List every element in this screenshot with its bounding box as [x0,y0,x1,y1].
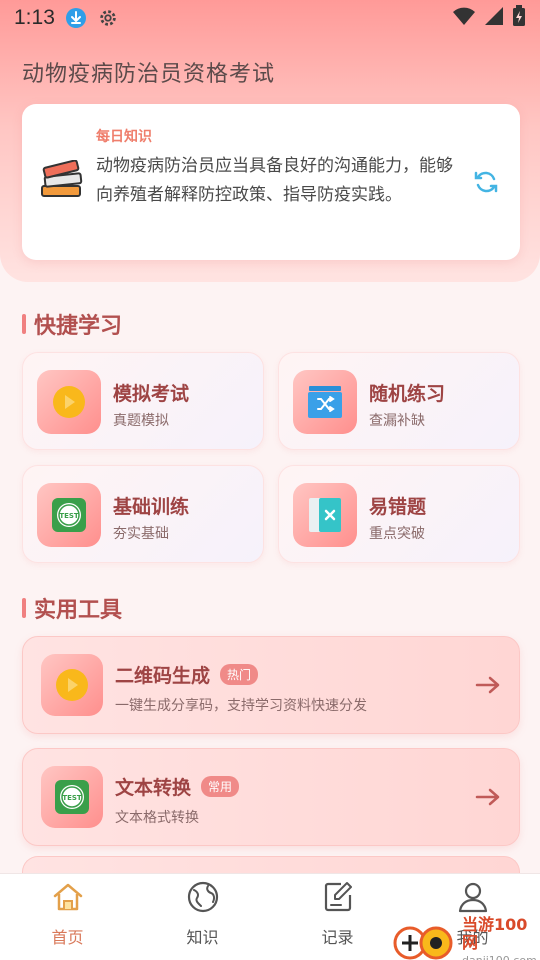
heading-accent-bar [22,314,26,334]
test-icon: TEST [37,483,101,547]
nav-knowledge-label: 知识 [186,928,219,947]
watermark-name: 当游100网 [462,915,528,952]
heading-accent-bar [22,598,26,618]
tool-card-title: 二维码生成 热门 [115,661,259,688]
quick-card-title: 易错题 [369,496,427,518]
tools-heading: 实用工具 [22,592,122,624]
battery-icon [512,5,526,31]
status-time: 1:13 [14,6,55,29]
quick-card-title: 基础训练 [113,496,190,518]
globe-icon [186,880,220,918]
quick-card-basic-training[interactable]: TEST 基础训练 夯实基础 [22,465,264,563]
hot-badge: 热门 [220,664,259,685]
tool-card-qrcode[interactable]: 二维码生成 热门 一键生成分享码，支持学习资料快速分发 [22,636,520,734]
quick-card-mock-exam[interactable]: 模拟考试 真题模拟 [22,352,264,450]
tool-card-subtitle: 文本格式转换 [115,810,199,826]
tool-card-text-convert[interactable]: TEST 文本转换 常用 文本格式转换 [22,748,520,846]
books-icon [40,159,84,204]
play-icon [41,654,103,716]
test-icon: TEST [41,766,103,828]
settings-icon [97,7,119,29]
quick-card-error-prone[interactable]: 易错题 重点突破 [278,465,520,563]
signal-icon [484,6,504,30]
refresh-icon[interactable] [472,168,500,200]
status-bar: 1:13 [0,0,540,36]
quick-card-title: 随机练习 [369,383,446,405]
watermark-logo-icon [392,921,456,960]
tool-card-title: 文本转换 常用 [115,773,240,800]
wifi-icon [452,6,476,30]
nav-knowledge[interactable]: 知识 [135,874,270,960]
tool-card-subtitle: 一键生成分享码，支持学习资料快速分发 [115,698,367,714]
tool-title-text: 二维码生成 [115,665,211,687]
close-card-icon [293,483,357,547]
download-icon [65,7,87,29]
quick-card-title: 模拟考试 [113,383,190,405]
quick-card-subtitle: 查漏补缺 [369,413,425,429]
nav-record[interactable]: 记录 [270,874,405,960]
quick-card-subtitle: 真题模拟 [113,413,169,429]
arrow-right-icon [475,673,501,701]
quick-card-subtitle: 重点突破 [369,526,425,542]
svg-text:TEST: TEST [59,512,79,520]
arrow-right-icon [475,785,501,813]
watermark: 当游100网 danji100.com [392,916,540,960]
watermark-url: danji100.com [462,952,540,960]
tool-title-text: 文本转换 [115,777,192,799]
daily-knowledge-card: 每日知识 动物疫病防治员应当具备良好的沟通能力，能够向养殖者解释防控政策、指导防… [22,104,520,260]
nav-home[interactable]: 首页 [0,874,135,960]
quick-card-random-practice[interactable]: 随机练习 查漏补缺 [278,352,520,450]
tools-title: 实用工具 [34,598,123,623]
user-icon [456,880,490,918]
quick-learning-title: 快捷学习 [34,314,123,339]
common-badge: 常用 [201,776,240,797]
svg-text:TEST: TEST [62,794,82,802]
daily-label: 每日知识 [96,129,152,145]
watermark-text: 当游100网 danji100.com [462,916,540,960]
nav-record-label: 记录 [321,928,354,947]
shuffle-icon [293,370,357,434]
home-icon [51,880,85,918]
play-icon [37,370,101,434]
nav-home-label: 首页 [51,928,84,947]
edit-icon [321,880,355,918]
quick-learning-heading: 快捷学习 [22,308,122,340]
quick-card-subtitle: 夯实基础 [113,526,169,542]
app-title: 动物疫病防治员资格考试 [22,62,276,87]
daily-text: 动物疫病防治员应当具备良好的沟通能力，能够向养殖者解释防控政策、指导防疫实践。 [96,156,453,205]
